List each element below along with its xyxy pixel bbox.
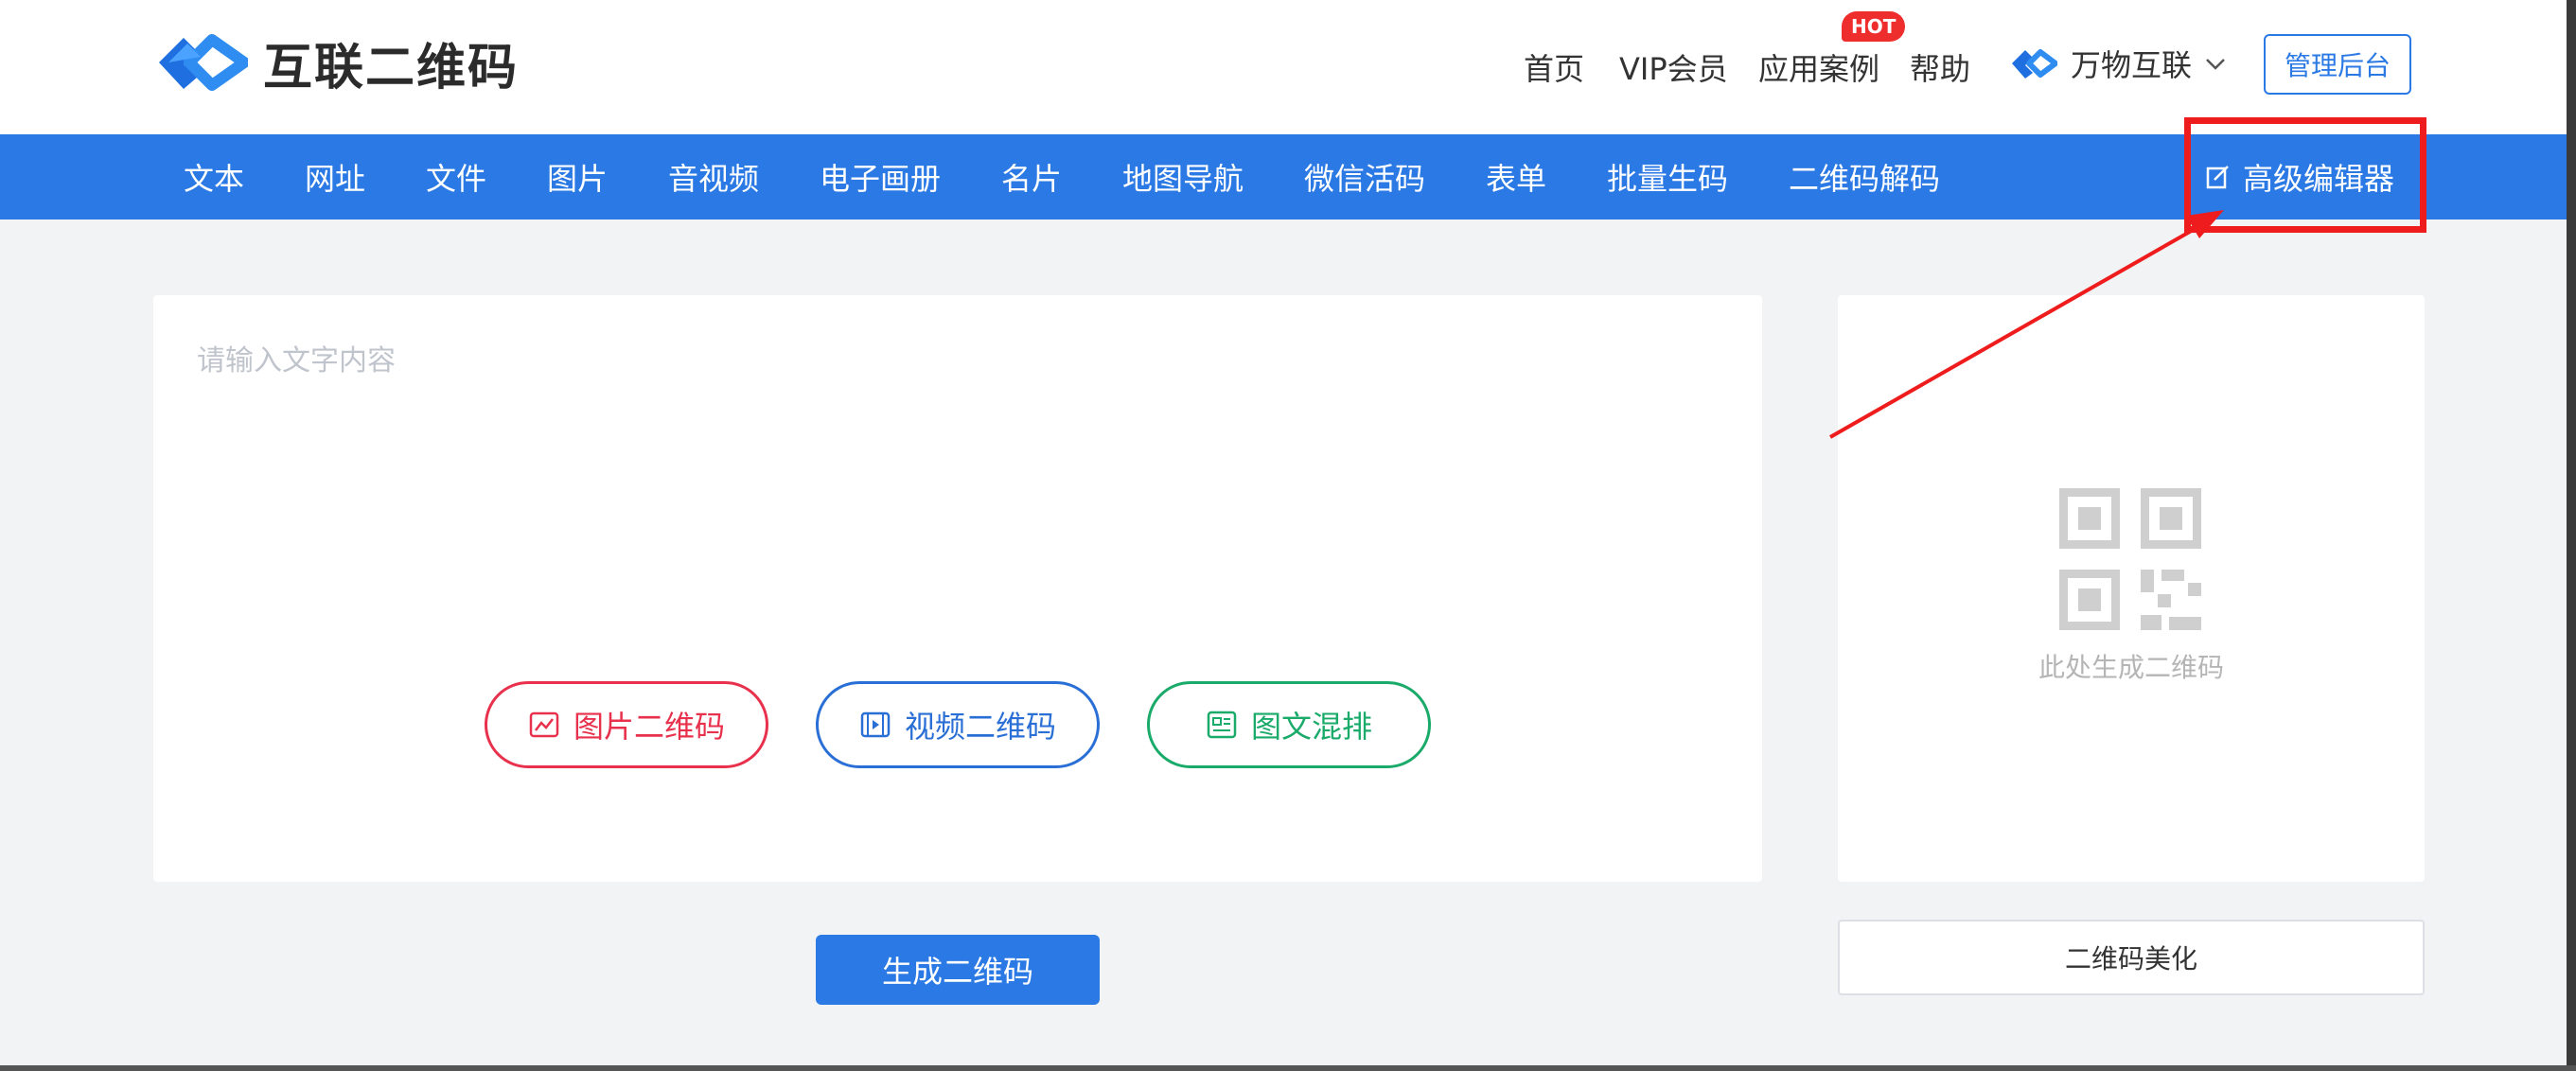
qr-preview-panel: 此处生成二维码	[1838, 295, 2425, 882]
video-qr-button[interactable]: 视频二维码	[816, 681, 1100, 768]
window-edge-bottom	[0, 1065, 2576, 1071]
article-icon	[1207, 711, 1237, 739]
nav-tab-text[interactable]: 文本	[184, 155, 244, 199]
logo-text: 互联二维码	[263, 39, 520, 97]
nav-tab-card[interactable]: 名片	[1001, 155, 1062, 199]
brand-switch-label: 万物互联	[2071, 47, 2193, 83]
nav-tab-batch[interactable]: 批量生码	[1607, 155, 1728, 199]
nav-tab-file[interactable]: 文件	[426, 155, 486, 199]
qr-code-icon	[2059, 488, 2201, 630]
generate-qr-button[interactable]: 生成二维码	[816, 935, 1100, 1005]
text-content-input[interactable]	[197, 337, 1711, 526]
brand-switch-dropdown[interactable]: 万物互联	[2010, 42, 2228, 85]
mixed-layout-button[interactable]: 图文混排	[1147, 681, 1431, 768]
nav-tab-map[interactable]: 地图导航	[1122, 155, 1244, 199]
image-qr-button[interactable]: 图片二维码	[485, 681, 768, 768]
annotation-highlight-box	[2184, 117, 2426, 233]
text-input-panel: 图片二维码 视频二维码 图文混排	[153, 295, 1762, 882]
mixed-layout-label: 图文混排	[1250, 709, 1372, 745]
nav-tab-album[interactable]: 电子画册	[820, 155, 941, 199]
video-qr-label: 视频二维码	[904, 709, 1056, 745]
window-edge	[2567, 0, 2576, 1071]
image-qr-label: 图片二维码	[573, 709, 725, 745]
nav-tab-form[interactable]: 表单	[1486, 155, 1546, 199]
nav-vip[interactable]: VIP会员	[1619, 45, 1728, 89]
nav-tab-wechat[interactable]: 微信活码	[1304, 155, 1425, 199]
nav-home[interactable]: 首页	[1524, 45, 1584, 89]
video-icon	[860, 711, 891, 738]
nav-tab-image[interactable]: 图片	[547, 155, 608, 199]
chevron-down-icon	[2206, 59, 2225, 70]
qr-beautify-button[interactable]: 二维码美化	[1838, 920, 2425, 995]
hot-badge: HOT	[1842, 11, 1906, 42]
nav-help[interactable]: 帮助	[1910, 45, 1970, 89]
top-header: 互联二维码 首页 VIP会员 应用案例 HOT 帮助 万物互联 管理后台	[0, 0, 2576, 134]
admin-button[interactable]: 管理后台	[2264, 34, 2411, 95]
nav-tab-url[interactable]: 网址	[305, 155, 365, 199]
site-logo[interactable]: 互联二维码	[155, 26, 519, 98]
brand-logo-icon	[2012, 49, 2057, 79]
image-icon	[529, 711, 559, 738]
logo-icon	[159, 34, 248, 91]
nav-cases[interactable]: 应用案例	[1758, 45, 1879, 89]
nav-tab-decode[interactable]: 二维码解码	[1789, 155, 1940, 199]
qr-placeholder-caption: 此处生成二维码	[2038, 652, 2224, 683]
nav-tab-audio-video[interactable]: 音视频	[668, 155, 759, 199]
